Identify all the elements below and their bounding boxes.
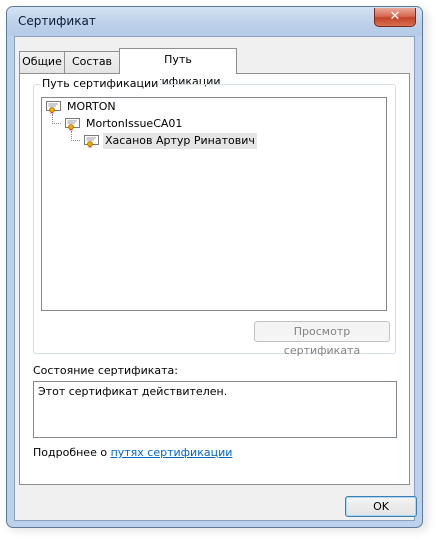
tree-connector: [71, 140, 80, 141]
certification-path-tree[interactable]: MORTON MortonIssueCA01 Хасанов Артур Рин…: [41, 97, 387, 311]
certificate-icon: [84, 135, 99, 148]
node-label: MORTON: [67, 100, 116, 113]
certificate-icon: [65, 118, 80, 131]
window-title: Сертификат: [18, 14, 96, 28]
node-label: MortonIssueCA01: [86, 117, 183, 130]
certificate-status-text: Этот сертификат действителен.: [38, 385, 228, 398]
more-info: Подробнее о путях сертификации: [33, 446, 232, 459]
close-button[interactable]: ✕: [374, 8, 416, 27]
panel-content: Путь сертификации MORTON MortonIssueCA01…: [19, 73, 410, 485]
tab-certification-path[interactable]: Путь сертификации: [119, 48, 237, 88]
ok-button[interactable]: OK: [345, 496, 417, 517]
tree-connector: [52, 123, 61, 124]
view-certificate-button[interactable]: Просмотр сертификата: [254, 321, 390, 357]
certificate-status-box[interactable]: Этот сертификат действителен.: [33, 381, 397, 438]
node-label: Хасанов Артур Ринатович: [103, 133, 257, 149]
certification-path-link[interactable]: путях сертификации: [111, 446, 233, 459]
certification-path-group: Путь сертификации MORTON MortonIssueCA01…: [33, 77, 396, 357]
tab-general[interactable]: Общие: [19, 51, 65, 73]
certificate-icon: [46, 101, 61, 114]
more-info-prefix: Подробнее о: [33, 446, 111, 459]
certificate-dialog: Сертификат ✕ Общие Состав Путь сертифика…: [6, 6, 423, 528]
certificate-status-label: Состояние сертификата:: [33, 364, 178, 377]
tab-details[interactable]: Состав: [64, 51, 120, 73]
title-bar[interactable]: Сертификат ✕: [7, 7, 422, 36]
close-icon: ✕: [389, 9, 401, 24]
group-label: Путь сертификации: [40, 77, 161, 90]
dialog-client-area: Общие Состав Путь сертификации Путь серт…: [14, 36, 417, 521]
